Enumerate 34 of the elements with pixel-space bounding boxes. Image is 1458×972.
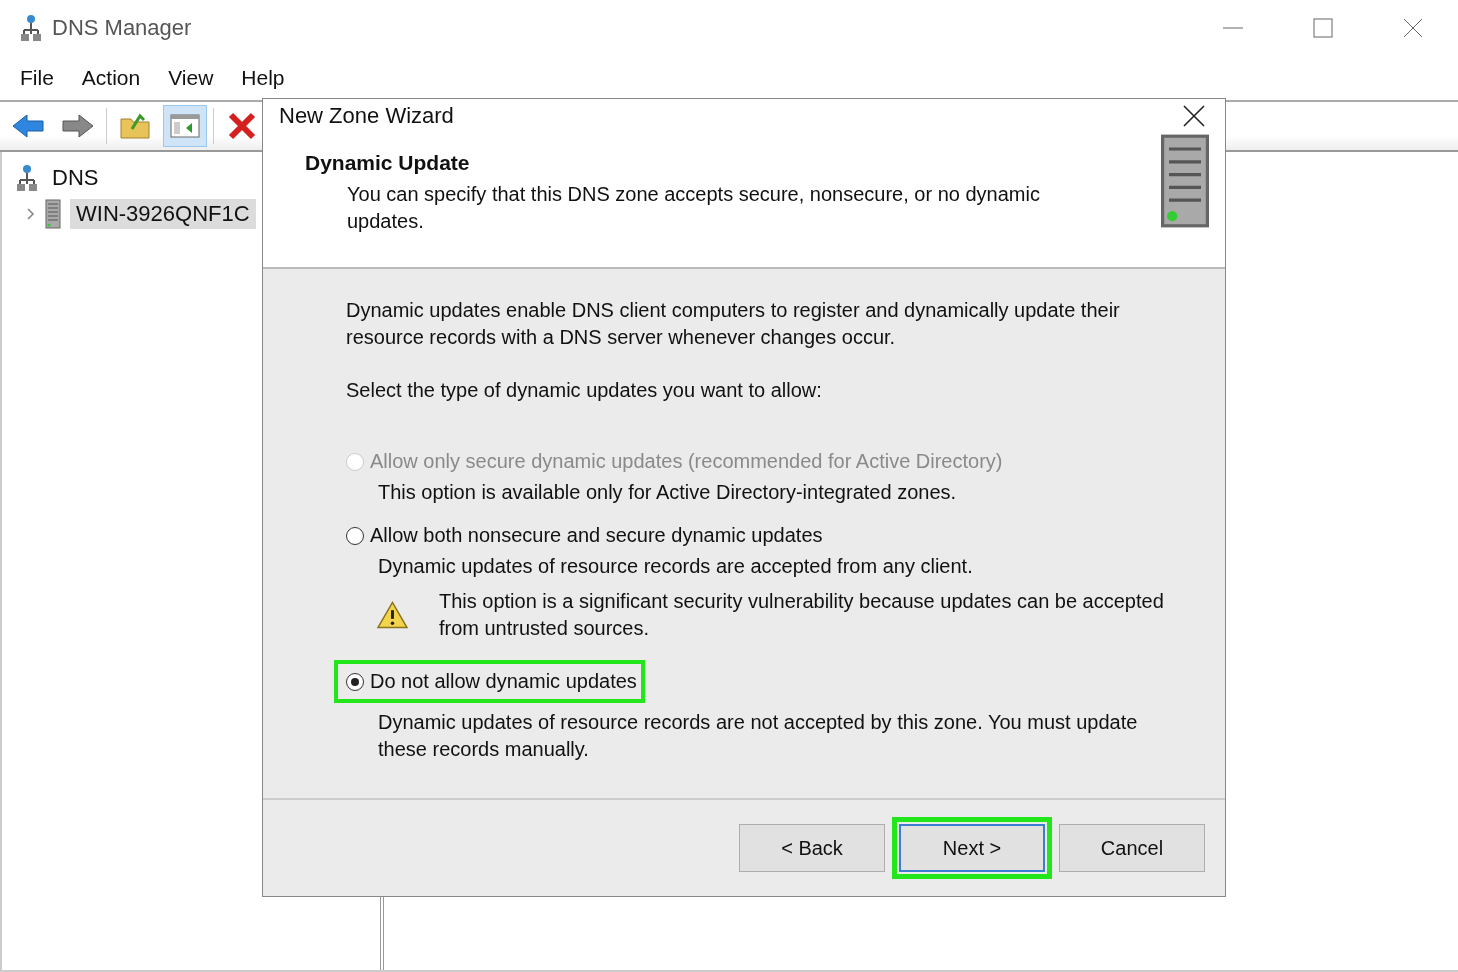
radio-option[interactable]: Do not allow dynamic updates <box>334 660 645 703</box>
forward-arrow-icon <box>61 113 95 139</box>
intro-text: Dynamic updates enable DNS client computers to register and dynamically update their resource records with a DNS server whenever changes occur. <box>346 298 1121 350</box>
dialog-button[interactable]: Next > <box>899 824 1045 872</box>
delete-icon <box>227 111 257 141</box>
menu-item[interactable]: View <box>158 66 224 90</box>
tree-item[interactable]: WIN-3926QNF1C <box>70 199 256 229</box>
dialog-button[interactable]: Cancel <box>1059 824 1205 872</box>
option-description: Dynamic updates of resource records are not accepted by this zone. You must update these records manually. <box>378 710 1139 762</box>
chevron-icon[interactable] <box>26 207 36 221</box>
radio-button[interactable] <box>346 526 364 545</box>
menu-item[interactable]: Action <box>71 66 151 90</box>
warning-icon <box>376 600 409 630</box>
page-description: You can specify that this DNS zone accepts secure, nonsecure, or no dynamic updates. <box>347 182 1041 234</box>
toolbar-button[interactable] <box>163 105 207 147</box>
option-description: Dynamic updates of resource records are accepted from any client. <box>378 554 974 579</box>
option-description: This option is available only for Active Directory-integrated zones. <box>378 480 958 505</box>
prompt-text: Select the type of dynamic updates you want to allow: <box>346 378 823 403</box>
back-arrow-icon <box>11 113 45 139</box>
window-pane-icon <box>170 113 200 139</box>
menu-item[interactable]: Help <box>231 66 295 90</box>
dialog-title: New Zone Wizard <box>279 103 454 129</box>
tree-item[interactable]: DNS <box>46 163 105 193</box>
network-icon <box>20 14 42 42</box>
page-heading: Dynamic Update <box>305 151 471 175</box>
menu-item[interactable]: File <box>10 66 64 90</box>
dialog-button[interactable]: < Back <box>739 824 885 872</box>
folder-icon <box>120 113 150 139</box>
network-icon <box>16 164 38 192</box>
warning-text: This option is a significant security vulnerability because updates can be accepted from untrusted sources. <box>438 589 1165 641</box>
window-title: DNS Manager <box>52 15 192 41</box>
server-icon <box>44 199 62 229</box>
radio-button[interactable] <box>346 672 364 691</box>
radio-option[interactable]: Allow both nonsecure and secure dynamic updates <box>346 524 823 547</box>
